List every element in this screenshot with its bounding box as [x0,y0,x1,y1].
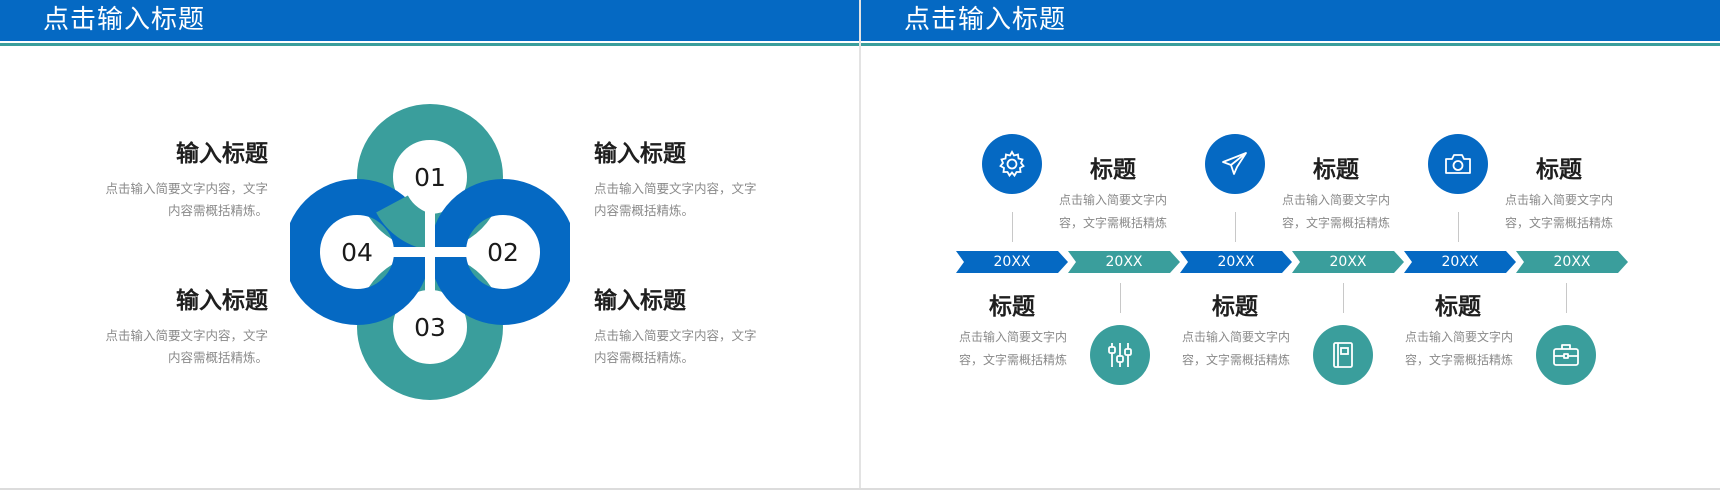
desc-line: 容，文字需概括精炼 [1504,216,1613,230]
block-title: 输入标题 [176,141,268,167]
desc-line: 点击输入简要文字内 [1281,193,1390,207]
desc-line: 内容需概括精炼。 [594,203,695,218]
timeline-year[interactable]: 20XX [1184,251,1288,273]
desc-line: 容，文字需概括精炼 [1281,216,1390,230]
item-title[interactable]: 标题 [1175,292,1295,322]
item-title[interactable]: 标题 [952,292,1072,322]
desc-line: 点击输入简要文字内容，文字 [105,328,268,343]
slide-title[interactable]: 点击输入标题 [904,2,1066,38]
timeline-stem [1235,212,1236,242]
slide-right: 点击输入标题 20XX 20XX 20XX 20XX 20XX 20XX 标题 … [861,0,1720,490]
timeline-year[interactable]: 20XX [960,251,1064,273]
sliders-icon[interactable] [1090,325,1150,385]
slide-left: 点击输入标题 输入标题 点击输入简要文字内容，文字 内容需概括精炼。 输入标题 … [0,0,859,490]
block-title: 输入标题 [594,141,686,167]
text-block-bottom-right[interactable]: 输入标题 点击输入简要文字内容，文字 内容需概括精炼。 [594,285,814,369]
desc-line: 内容需概括精炼。 [167,350,268,365]
text-block-top-right[interactable]: 输入标题 点击输入简要文字内容，文字 内容需概括精炼。 [594,138,814,222]
ring-number-02: 02 [487,238,519,267]
desc-line: 内容需概括精炼。 [167,203,268,218]
item-desc: 点击输入简要文字内 容，文字需概括精炼 [1054,189,1172,235]
block-desc: 点击输入简要文字内容，文字 内容需概括精炼。 [594,178,814,222]
header-accent-line [0,43,859,46]
block-title: 输入标题 [594,288,686,314]
item-title[interactable]: 标题 [1276,155,1396,185]
desc-line: 内容需概括精炼。 [594,350,695,365]
desc-line: 点击输入简要文字内 [1404,330,1513,344]
timeline-year[interactable]: 20XX [1296,251,1400,273]
camera-icon[interactable] [1428,134,1488,194]
ring-number-01: 01 [414,163,446,192]
desc-line: 容，文字需概括精炼 [1058,216,1167,230]
briefcase-icon[interactable] [1536,325,1596,385]
four-ring-diagram: 01 02 03 04 [290,104,570,400]
slide-title[interactable]: 点击输入标题 [43,2,205,38]
text-block-bottom-left[interactable]: 输入标题 点击输入简要文字内容，文字 内容需概括精炼。 [48,285,268,369]
timeline-year[interactable]: 20XX [1072,251,1176,273]
desc-line: 点击输入简要文字内 [1504,193,1613,207]
block-desc: 点击输入简要文字内容，文字 内容需概括精炼。 [594,325,814,369]
desc-line: 点击输入简要文字内容，文字 [105,181,268,196]
timeline-stem [1120,283,1121,313]
item-desc: 点击输入简要文字内 容，文字需概括精炼 [1177,326,1295,372]
desc-line: 容，文字需概括精炼 [958,353,1067,367]
item-title[interactable]: 标题 [1398,292,1518,322]
item-desc: 点击输入简要文字内 容，文字需概括精炼 [1400,326,1518,372]
item-title[interactable]: 标题 [1053,155,1173,185]
timeline-year[interactable]: 20XX [1408,251,1512,273]
block-desc: 点击输入简要文字内容，文字 内容需概括精炼。 [48,325,268,369]
item-desc: 点击输入简要文字内 容，文字需概括精炼 [1500,189,1618,235]
item-desc: 点击输入简要文字内 容，文字需概括精炼 [1277,189,1395,235]
text-block-top-left[interactable]: 输入标题 点击输入简要文字内容，文字 内容需概括精炼。 [48,138,268,222]
ring-number-04: 04 [341,238,373,267]
paper-plane-icon[interactable] [1205,134,1265,194]
desc-line: 点击输入简要文字内 [1181,330,1290,344]
notebook-icon[interactable] [1313,325,1373,385]
ring-number-03: 03 [414,313,446,342]
block-desc: 点击输入简要文字内容，文字 内容需概括精炼。 [48,178,268,222]
desc-line: 点击输入简要文字内容，文字 [594,328,757,343]
item-desc: 点击输入简要文字内 容，文字需概括精炼 [954,326,1072,372]
desc-line: 容，文字需概括精炼 [1181,353,1290,367]
timeline-stem [1458,212,1459,242]
timeline-stem [1012,212,1013,242]
gear-icon[interactable] [982,134,1042,194]
block-title: 输入标题 [176,288,268,314]
timeline-stem [1566,283,1567,313]
timeline-stem [1343,283,1344,313]
desc-line: 点击输入简要文字内 [1058,193,1167,207]
desc-line: 点击输入简要文字内容，文字 [594,181,757,196]
desc-line: 点击输入简要文字内 [958,330,1067,344]
center-cross-horizontal [382,247,478,257]
item-title[interactable]: 标题 [1499,155,1619,185]
header-accent-line [861,43,1720,46]
timeline-year[interactable]: 20XX [1520,251,1624,273]
desc-line: 容，文字需概括精炼 [1404,353,1513,367]
